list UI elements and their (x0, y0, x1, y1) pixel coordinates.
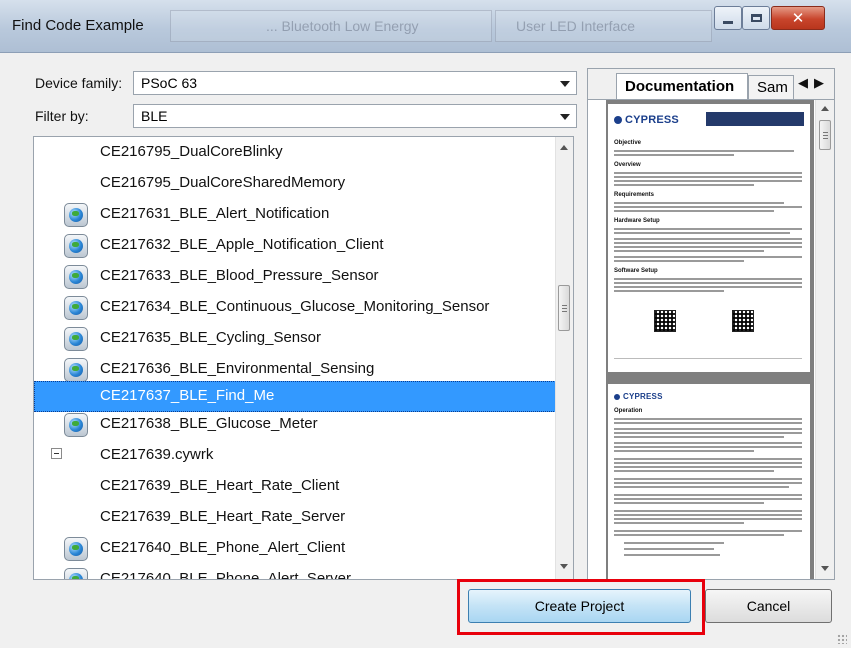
tab-documentation[interactable]: Documentation (616, 73, 748, 99)
tree-item[interactable]: CE217633_BLE_Blood_Pressure_Sensor (34, 261, 556, 292)
chevron-down-icon (560, 81, 570, 87)
minimize-button[interactable] (714, 6, 742, 30)
document-title-banner (706, 112, 804, 126)
resize-grip-icon[interactable] (837, 634, 847, 644)
globe-icon (64, 327, 88, 351)
globe-icon (64, 203, 88, 227)
title-bar[interactable]: ... Bluetooth Low Energy User LED Interf… (0, 0, 851, 53)
tree-item-workspace[interactable]: CE217639.cywrk (34, 440, 556, 471)
chevron-down-icon (560, 114, 570, 120)
qr-code-icon (732, 310, 754, 332)
globe-icon (64, 568, 88, 579)
background-window-title-1: ... Bluetooth Low Energy (170, 10, 492, 42)
device-family-value: PSoC 63 (141, 75, 198, 91)
scroll-up-icon[interactable] (821, 106, 829, 111)
device-family-dropdown[interactable]: PSoC 63 (133, 71, 577, 95)
tree-item-selected[interactable]: CE217637_BLE_Find_Me (34, 381, 556, 412)
globe-icon (64, 296, 88, 320)
tree-item[interactable]: CE217640_BLE_Phone_Alert_Server (34, 564, 556, 579)
filter-label: Filter by: (35, 108, 89, 124)
grip-line (562, 311, 567, 312)
tree-item[interactable]: CE217638_BLE_Glucose_Meter (34, 409, 556, 440)
grip-line (562, 308, 567, 309)
grip-line (823, 132, 828, 133)
preview-tabstrip: Documentation Sam ◀ ▶ (588, 69, 834, 100)
close-icon: ✕ (791, 9, 805, 27)
tree-item[interactable]: CE217631_BLE_Alert_Notification (34, 199, 556, 230)
grip-line (562, 305, 567, 306)
tree-item[interactable]: CE217639_BLE_Heart_Rate_Client (34, 471, 556, 502)
doc-heading: Objective (614, 140, 642, 146)
globe-icon (64, 413, 88, 437)
tree-item[interactable]: CE217632_BLE_Apple_Notification_Client (34, 230, 556, 261)
tab-scroll-right-icon[interactable]: ▶ (814, 76, 824, 91)
tree-item[interactable]: CE217639_BLE_Heart_Rate_Server (34, 502, 556, 533)
tree-scrollbar[interactable] (555, 137, 573, 579)
globe-icon (64, 358, 88, 382)
tab-samples[interactable]: Sam (748, 75, 794, 99)
filter-value: BLE (141, 108, 168, 124)
tree-item[interactable]: CE217635_BLE_Cycling_Sensor (34, 323, 556, 354)
document-page: CYPRESS Operation (608, 384, 810, 579)
cypress-logo: CYPRESS (614, 114, 679, 126)
scrollbar-thumb[interactable] (819, 120, 831, 150)
document-preview[interactable]: CYPRESS Objective Overview Requirements … (606, 100, 814, 579)
code-example-tree[interactable]: CE216795_DualCoreBlinky CE216795_DualCor… (33, 136, 574, 580)
tree-item[interactable]: CE216795_DualCoreSharedMemory (34, 168, 556, 199)
cypress-logo: CYPRESS (614, 392, 663, 401)
globe-icon (64, 265, 88, 289)
globe-icon (64, 537, 88, 561)
scroll-down-icon[interactable] (560, 564, 568, 569)
preview-panel: Documentation Sam ◀ ▶ CYPRESS Objective … (587, 68, 835, 580)
background-window-title-2: User LED Interface (495, 10, 712, 42)
globe-icon (64, 234, 88, 258)
create-project-button[interactable]: Create Project (468, 589, 691, 623)
tab-scroll-left-icon[interactable]: ◀ (798, 76, 808, 91)
grip-line (823, 135, 828, 136)
filter-combobox[interactable]: BLE (133, 104, 577, 128)
find-code-example-dialog: ... Bluetooth Low Energy User LED Interf… (0, 0, 851, 648)
maximize-icon (750, 14, 762, 22)
minimize-icon (723, 20, 733, 24)
document-page: CYPRESS Objective Overview Requirements … (608, 104, 810, 372)
scrollbar-thumb[interactable] (558, 285, 570, 331)
doc-heading: Requirements (614, 192, 655, 198)
grip-line (823, 138, 828, 139)
doc-heading: Overview (614, 162, 641, 168)
window-title: Find Code Example (12, 17, 144, 34)
tree-item[interactable]: CE216795_DualCoreBlinky (34, 137, 556, 168)
scroll-down-icon[interactable] (821, 566, 829, 571)
doc-heading: Operation (614, 408, 643, 414)
cancel-button[interactable]: Cancel (705, 589, 832, 623)
scroll-up-icon[interactable] (560, 145, 568, 150)
doc-heading: Software Setup (614, 268, 658, 274)
qr-code-icon (654, 310, 676, 332)
preview-scrollbar[interactable] (815, 100, 834, 579)
maximize-button[interactable] (742, 6, 770, 30)
device-family-label: Device family: (35, 75, 123, 91)
tree-item[interactable]: CE217634_BLE_Continuous_Glucose_Monitori… (34, 292, 556, 323)
collapse-icon[interactable] (51, 448, 62, 459)
doc-heading: Hardware Setup (614, 218, 660, 224)
close-button[interactable]: ✕ (771, 6, 825, 30)
tree-item[interactable]: CE217640_BLE_Phone_Alert_Client (34, 533, 556, 564)
